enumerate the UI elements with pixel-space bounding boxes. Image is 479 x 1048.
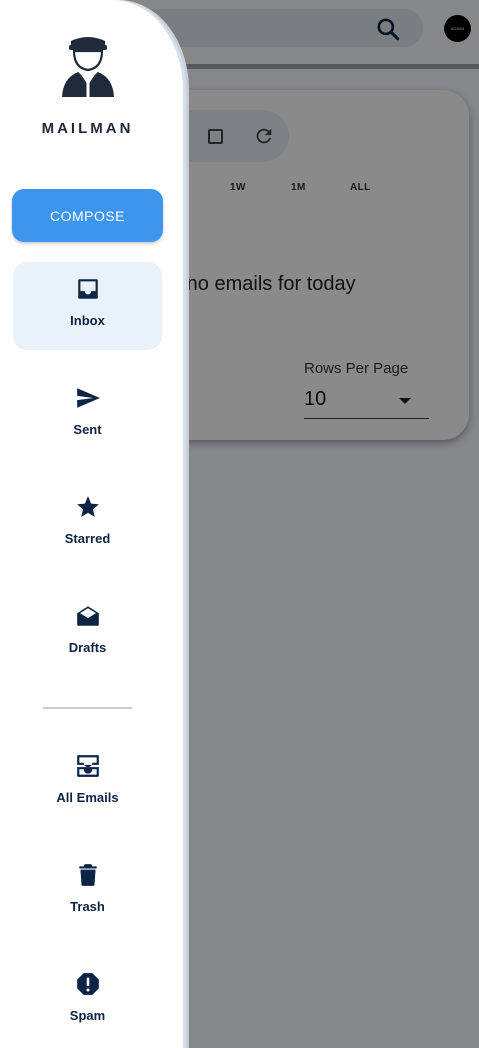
nav-item-label: Spam [69, 1008, 106, 1023]
nav-divider [43, 707, 132, 709]
spam-icon [13, 971, 162, 997]
drafts-icon [13, 603, 162, 629]
inbox-icon [13, 276, 162, 302]
brand-name: MAILMAN [41, 120, 134, 137]
nav-item-inbox[interactable]: Inbox [13, 262, 162, 350]
nav-item-label: Inbox [70, 313, 105, 328]
nav-item-spam[interactable]: Spam [13, 957, 162, 1045]
all-mail-icon [13, 753, 162, 779]
nav-item-all-emails[interactable]: All Emails [13, 739, 162, 827]
trash-icon [13, 862, 162, 888]
nav-item-label: Trash [70, 899, 105, 914]
send-icon [13, 385, 162, 411]
navigation-drawer: MAILMAN COMPOSE Inbox Sent Starred Draft… [0, 0, 183, 1048]
nav-item-label: All Emails [56, 790, 119, 805]
nav-item-drafts[interactable]: Drafts [13, 589, 162, 677]
nav-item-trash[interactable]: Trash [13, 848, 162, 936]
star-icon [13, 494, 162, 520]
nav-item-sent[interactable]: Sent [13, 371, 162, 459]
nav-item-label: Sent [73, 422, 102, 437]
compose-button[interactable]: COMPOSE [12, 189, 163, 242]
nav-item-label: Starred [64, 531, 111, 546]
nav-item-starred[interactable]: Starred [13, 480, 162, 568]
nav-item-label: Drafts [68, 640, 107, 655]
mailman-logo-icon [62, 37, 114, 97]
